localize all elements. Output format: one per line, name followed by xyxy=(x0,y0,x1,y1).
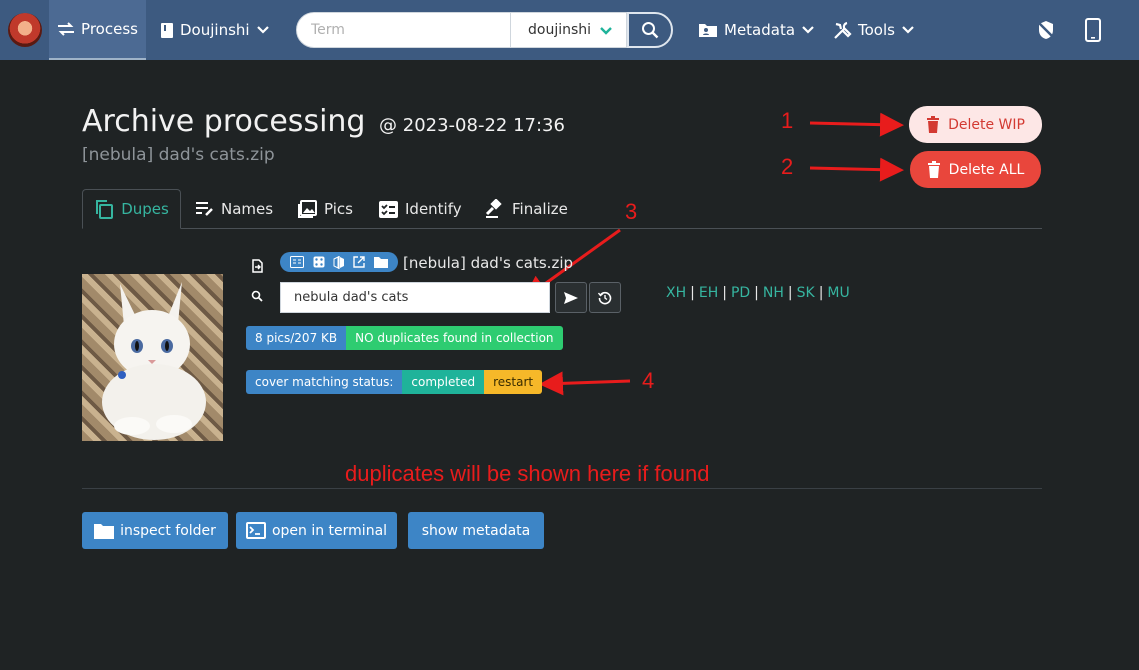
tab-identify[interactable]: Identify xyxy=(379,189,462,229)
tab-pics[interactable]: Pics xyxy=(298,189,353,229)
separator: | xyxy=(787,285,793,301)
section-divider xyxy=(82,488,1042,489)
send-search-button[interactable] xyxy=(555,282,587,313)
site-link-xh[interactable]: XH xyxy=(666,285,686,301)
random-dice-icon[interactable] xyxy=(313,256,325,268)
gavel-icon xyxy=(485,199,505,219)
archive-name: [nebula] dad's cats.zip xyxy=(403,254,574,272)
arrow-to-delete-all xyxy=(809,157,904,182)
cover-matching-status: completed xyxy=(402,370,485,394)
site-link-mu[interactable]: MU xyxy=(827,285,849,301)
dupes-status-tag: NO duplicates found in collection xyxy=(346,326,563,350)
reader-icon[interactable] xyxy=(290,256,305,268)
annotation-3: 3 xyxy=(625,199,638,224)
search-icon xyxy=(250,289,264,303)
show-metadata-label: show metadata xyxy=(421,522,531,539)
cover-matching-tags: cover matching status: completed restart xyxy=(246,370,543,394)
annotation-2: 2 xyxy=(781,154,794,179)
cover-image xyxy=(82,274,223,441)
separator: | xyxy=(754,285,759,301)
tab-dupes[interactable]: Dupes xyxy=(82,189,181,229)
pics-size-tag: 8 pics/207 KB xyxy=(246,326,347,350)
site-link-eh[interactable]: EH xyxy=(699,285,718,301)
compare-icon[interactable] xyxy=(333,255,345,269)
send-icon xyxy=(564,291,578,304)
stats-tags: 8 pics/207 KB NO duplicates found in col… xyxy=(246,326,563,350)
annotation-1: 1 xyxy=(781,108,794,133)
site-link-pd[interactable]: PD xyxy=(731,285,750,301)
tab-pics-label: Pics xyxy=(324,200,353,218)
folder-icon[interactable] xyxy=(373,256,388,268)
restart-button[interactable]: restart xyxy=(484,370,543,394)
separator: | xyxy=(722,285,727,301)
tab-finalize-label: Finalize xyxy=(512,200,568,218)
tab-names[interactable]: Names xyxy=(195,189,273,229)
terminal-icon xyxy=(245,522,266,539)
duplicates-note: duplicates will be shown here if found xyxy=(345,461,710,486)
copy-icon xyxy=(94,199,114,219)
arrow-to-restart xyxy=(539,371,631,396)
arrow-to-delete-wip xyxy=(809,112,904,137)
history-icon xyxy=(598,291,612,305)
site-link-nh[interactable]: NH xyxy=(763,285,784,301)
images-icon xyxy=(298,200,317,218)
separator: | xyxy=(690,285,695,301)
tab-dupes-label: Dupes xyxy=(121,200,169,218)
cat-picture xyxy=(102,282,206,440)
site-link-sk[interactable]: SK xyxy=(797,285,815,301)
tab-names-label: Names xyxy=(221,200,274,218)
external-link-icon[interactable] xyxy=(353,256,366,268)
edit-list-icon xyxy=(195,201,214,217)
cover-matching-label: cover matching status: xyxy=(246,370,403,394)
inspect-folder-label: inspect folder xyxy=(120,522,216,539)
open-terminal-label: open in terminal xyxy=(271,522,388,539)
separator: | xyxy=(818,285,824,301)
history-button[interactable] xyxy=(589,282,621,313)
file-import-icon[interactable] xyxy=(250,259,264,273)
annotation-4: 4 xyxy=(642,368,655,393)
open-terminal-button[interactable]: open in terminal xyxy=(236,512,397,549)
show-metadata-button[interactable]: show metadata xyxy=(408,512,544,549)
name-search-input[interactable] xyxy=(280,282,550,313)
site-links: XH | EH | PD | NH | SK | MU xyxy=(666,285,850,301)
check-list-icon xyxy=(379,200,398,218)
inspect-folder-button[interactable]: inspect folder xyxy=(82,512,228,549)
folder-icon xyxy=(94,523,115,539)
archive-actions-pill xyxy=(280,252,398,272)
tab-finalize[interactable]: Finalize xyxy=(485,189,568,229)
tab-identify-label: Identify xyxy=(405,200,462,218)
